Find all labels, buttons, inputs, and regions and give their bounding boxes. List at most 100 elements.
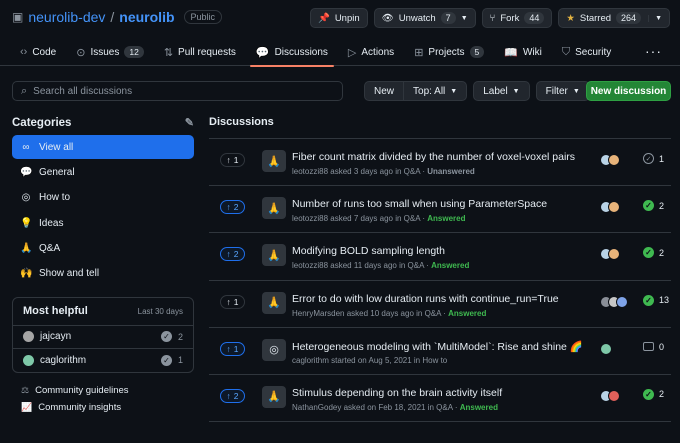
avatar <box>608 389 620 402</box>
star-list-chevron-icon[interactable]: ▼ <box>648 14 662 22</box>
upvote-button[interactable]: ↑ 2 <box>220 247 245 262</box>
tab-projects[interactable]: ⊞ Projects 5 <box>404 38 494 66</box>
table-icon: ⊞ <box>414 46 424 59</box>
discussion-row[interactable]: ↑ 1 🙏 Fiber count matrix divided by the … <box>209 139 671 187</box>
arrow-up-icon: ↑ <box>226 343 231 354</box>
tab-security[interactable]: ⛉ Security <box>552 38 621 66</box>
discussion-row[interactable]: ↑ 1 🙏 Error to do with low duration runs… <box>209 281 671 328</box>
tab-discussions[interactable]: 💬 Discussions <box>246 38 338 67</box>
arrow-up-icon: ↑ <box>226 390 231 401</box>
discussion-title-link[interactable]: Modifying BOLD sampling length <box>292 245 445 257</box>
starred-button[interactable]: ★ Starred 264 ▼ <box>558 8 670 28</box>
tab-code[interactable]: ‹› Code <box>10 38 66 66</box>
category-view-all[interactable]: ∞ View all <box>12 135 194 159</box>
author-link[interactable]: caglorithm <box>292 356 329 365</box>
upvote-button[interactable]: ↑ 1 <box>220 153 245 167</box>
graph-icon: 📈 <box>21 401 33 412</box>
author-link[interactable]: NathanGodey <box>292 403 341 412</box>
community-guidelines-link[interactable]: ⚖ Community guidelines <box>12 382 194 399</box>
repo-name-link[interactable]: neurolib <box>119 9 174 25</box>
chevron-down-icon: ▼ <box>450 87 458 95</box>
meta-category-link[interactable]: Q&A <box>408 261 424 270</box>
author-link[interactable]: leotozzi88 <box>292 167 328 176</box>
upvote-button[interactable]: ↑ 2 <box>220 200 245 215</box>
arrow-up-icon: ↑ <box>226 249 231 260</box>
discussion-title-link[interactable]: Stimulus depending on the brain activity… <box>292 387 502 399</box>
meta-verb: asked <box>330 261 352 271</box>
search-bar[interactable]: ⌕ <box>12 81 343 101</box>
tab-wiki[interactable]: 📖 Wiki <box>494 38 552 66</box>
sort-top-button[interactable]: Top: All ▼ <box>404 81 468 101</box>
meta-time: 11 days ago <box>353 261 397 271</box>
sort-new-button[interactable]: New <box>364 81 405 101</box>
fork-button[interactable]: ⑂ Fork 44 <box>481 8 553 28</box>
label-filter-button[interactable]: Label ▼ <box>473 81 530 101</box>
watch-count: 7 <box>440 12 456 24</box>
category-how-to[interactable]: ◎ How to <box>12 186 194 210</box>
category-show-and-tell[interactable]: 🙌 Show and tell <box>12 262 194 286</box>
new-discussion-button[interactable]: New discussion <box>586 81 671 101</box>
vote-count: 1 <box>233 343 239 354</box>
category-general[interactable]: 💬 General <box>12 160 194 184</box>
filter-button[interactable]: Filter ▼ <box>535 81 590 101</box>
unwatch-button[interactable]: 👁 Unwatch 7 ▼ <box>373 8 476 28</box>
check-circle-icon: ✓ <box>643 294 654 306</box>
discussion-meta: NathanGodey asked on Feb 18, 2021 in Q&A… <box>292 402 498 412</box>
tab-label: Discussions <box>274 46 328 58</box>
discussion-meta: leotozzi88 asked 7 days ago in Q&A · Ans… <box>292 214 466 224</box>
helper-row[interactable]: caglorithm ✓ 1 <box>13 349 193 372</box>
upvote-button[interactable]: ↑ 1 <box>220 294 245 309</box>
more-menu-icon[interactable]: ··· <box>645 43 662 59</box>
meta-category-link[interactable]: Q&A <box>404 214 420 223</box>
upvote-button[interactable]: ↑ 2 <box>220 388 245 403</box>
author-link[interactable]: HenryMarsden <box>292 309 344 318</box>
meta-verb: asked <box>330 167 352 176</box>
meta-verb: asked <box>346 308 369 318</box>
discussion-row[interactable]: ↑ 2 🙏 Number of runs too small when usin… <box>209 186 671 234</box>
discussion-title-link[interactable]: Fiber count matrix divided by the number… <box>292 151 575 163</box>
discussion-meta: caglorithm started on Aug 5, 2021 in How… <box>292 355 448 365</box>
discussion-title-link[interactable]: Heterogeneous modeling with `MultiModel`… <box>292 340 583 353</box>
visibility-badge: Public <box>183 10 223 24</box>
pin-icon: 📌 <box>317 12 330 24</box>
category-ideas[interactable]: 💡 Ideas <box>12 211 194 235</box>
comment-icon <box>643 342 654 352</box>
meta-time: 7 days ago <box>353 214 393 224</box>
tab-pull-requests[interactable]: ⇅ Pull requests <box>154 38 246 66</box>
arrow-up-icon: ↑ <box>226 296 231 307</box>
category-label: Ideas <box>39 217 64 229</box>
discussion-row[interactable]: ↑ 2 🙏 Stimulus depending on the brain ac… <box>209 375 671 423</box>
community-insights-link[interactable]: 📈 Community insights <box>12 399 194 416</box>
tab-label: Wiki <box>522 46 542 58</box>
pencil-icon[interactable]: ✎ <box>185 116 194 129</box>
repo-owner-link[interactable]: neurolib-dev <box>28 9 105 25</box>
answer-status: Unanswered <box>427 167 475 176</box>
meta-category-link[interactable]: Q&A <box>425 309 441 318</box>
author-link[interactable]: leotozzi88 <box>292 261 328 270</box>
author-link[interactable]: leotozzi88 <box>292 214 328 223</box>
check-circle-icon: ✓ <box>643 200 654 212</box>
meta-category-link[interactable]: How to <box>422 356 447 365</box>
check-circle-icon: ✓ <box>160 331 172 343</box>
tab-label: Security <box>575 46 612 58</box>
discussion-title-link[interactable]: Error to do with low duration runs with … <box>292 293 559 305</box>
category-qa[interactable]: 🙏 Q&A <box>12 237 194 261</box>
upvote-button[interactable]: ↑ 1 <box>220 341 245 356</box>
helper-row[interactable]: jajcayn ✓ 2 <box>13 326 193 349</box>
helper-count: 1 <box>177 355 183 366</box>
discussion-row[interactable]: ↑ 1 ◎ Heterogeneous modeling with `Multi… <box>209 328 671 375</box>
unpin-button[interactable]: 📌 Unpin <box>309 8 368 28</box>
tab-issues[interactable]: ⊙ Issues 12 <box>66 38 154 66</box>
meta-category-link[interactable]: Q&A <box>436 403 452 412</box>
fork-icon: ⑂ <box>489 12 496 24</box>
category-label: General <box>39 166 75 178</box>
meta-category-link[interactable]: Q&A <box>404 167 420 176</box>
sort-top-label: Top: All <box>413 85 446 97</box>
tab-label: Code <box>32 46 57 58</box>
tab-actions[interactable]: ▷ Actions <box>338 38 404 66</box>
comment-count: ✓ 2 <box>643 388 664 400</box>
search-input[interactable] <box>33 85 314 97</box>
discussion-title-link[interactable]: Number of runs too small when using Para… <box>292 198 547 210</box>
discussion-row[interactable]: ↑ 2 🙏 Modifying BOLD sampling length leo… <box>209 233 671 281</box>
brain-icon: ◎ <box>21 192 31 204</box>
